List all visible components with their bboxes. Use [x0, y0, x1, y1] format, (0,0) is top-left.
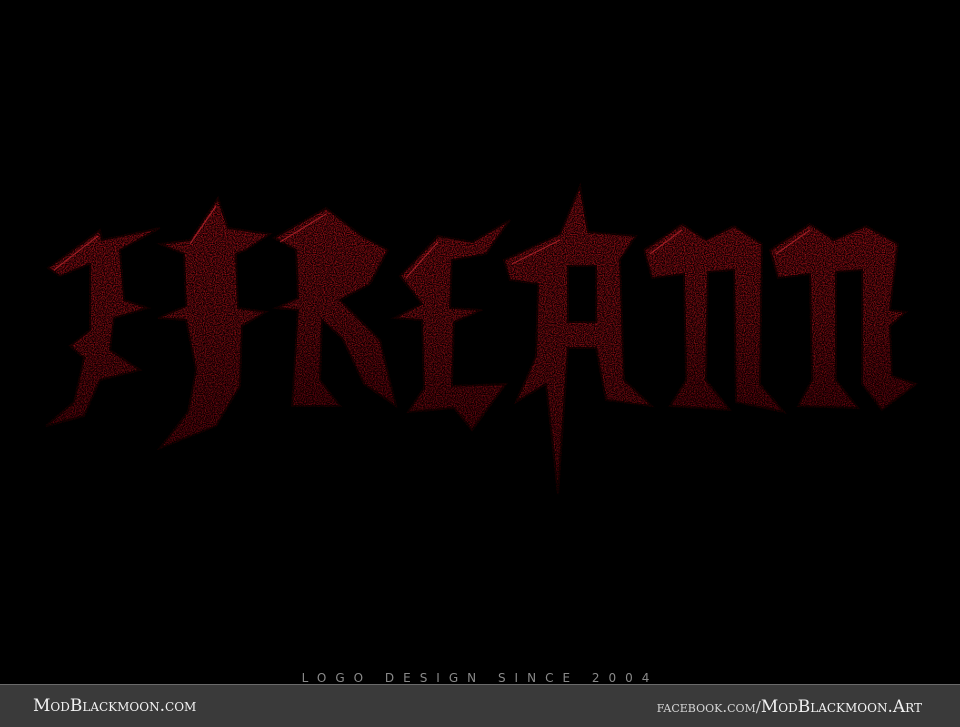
logo-artwork: [45, 182, 919, 495]
glyph-r: [271, 206, 398, 409]
footer-bar: ModBlackmoon.com facebook.com/ModBlackmo…: [0, 684, 960, 727]
glyph-a: [502, 182, 655, 495]
glyph-i: [45, 227, 161, 427]
band-logo: [40, 180, 920, 500]
glyph-n1: [642, 222, 787, 414]
site-link[interactable]: ModBlackmoon.com: [33, 696, 196, 716]
tagline: LOGO DESIGN SINCE 2004: [301, 671, 659, 685]
artwork-canvas: [0, 0, 960, 683]
facebook-prefix: facebook.com/: [656, 698, 761, 716]
glyph-f: [156, 195, 273, 451]
glyph-n2: [768, 222, 919, 412]
facebook-link[interactable]: facebook.com/ModBlackmoon.Art: [657, 697, 922, 717]
facebook-handle: ModBlackmoon.Art: [760, 697, 922, 717]
logo-glyphs: [45, 182, 919, 495]
glyph-e: [390, 219, 511, 432]
